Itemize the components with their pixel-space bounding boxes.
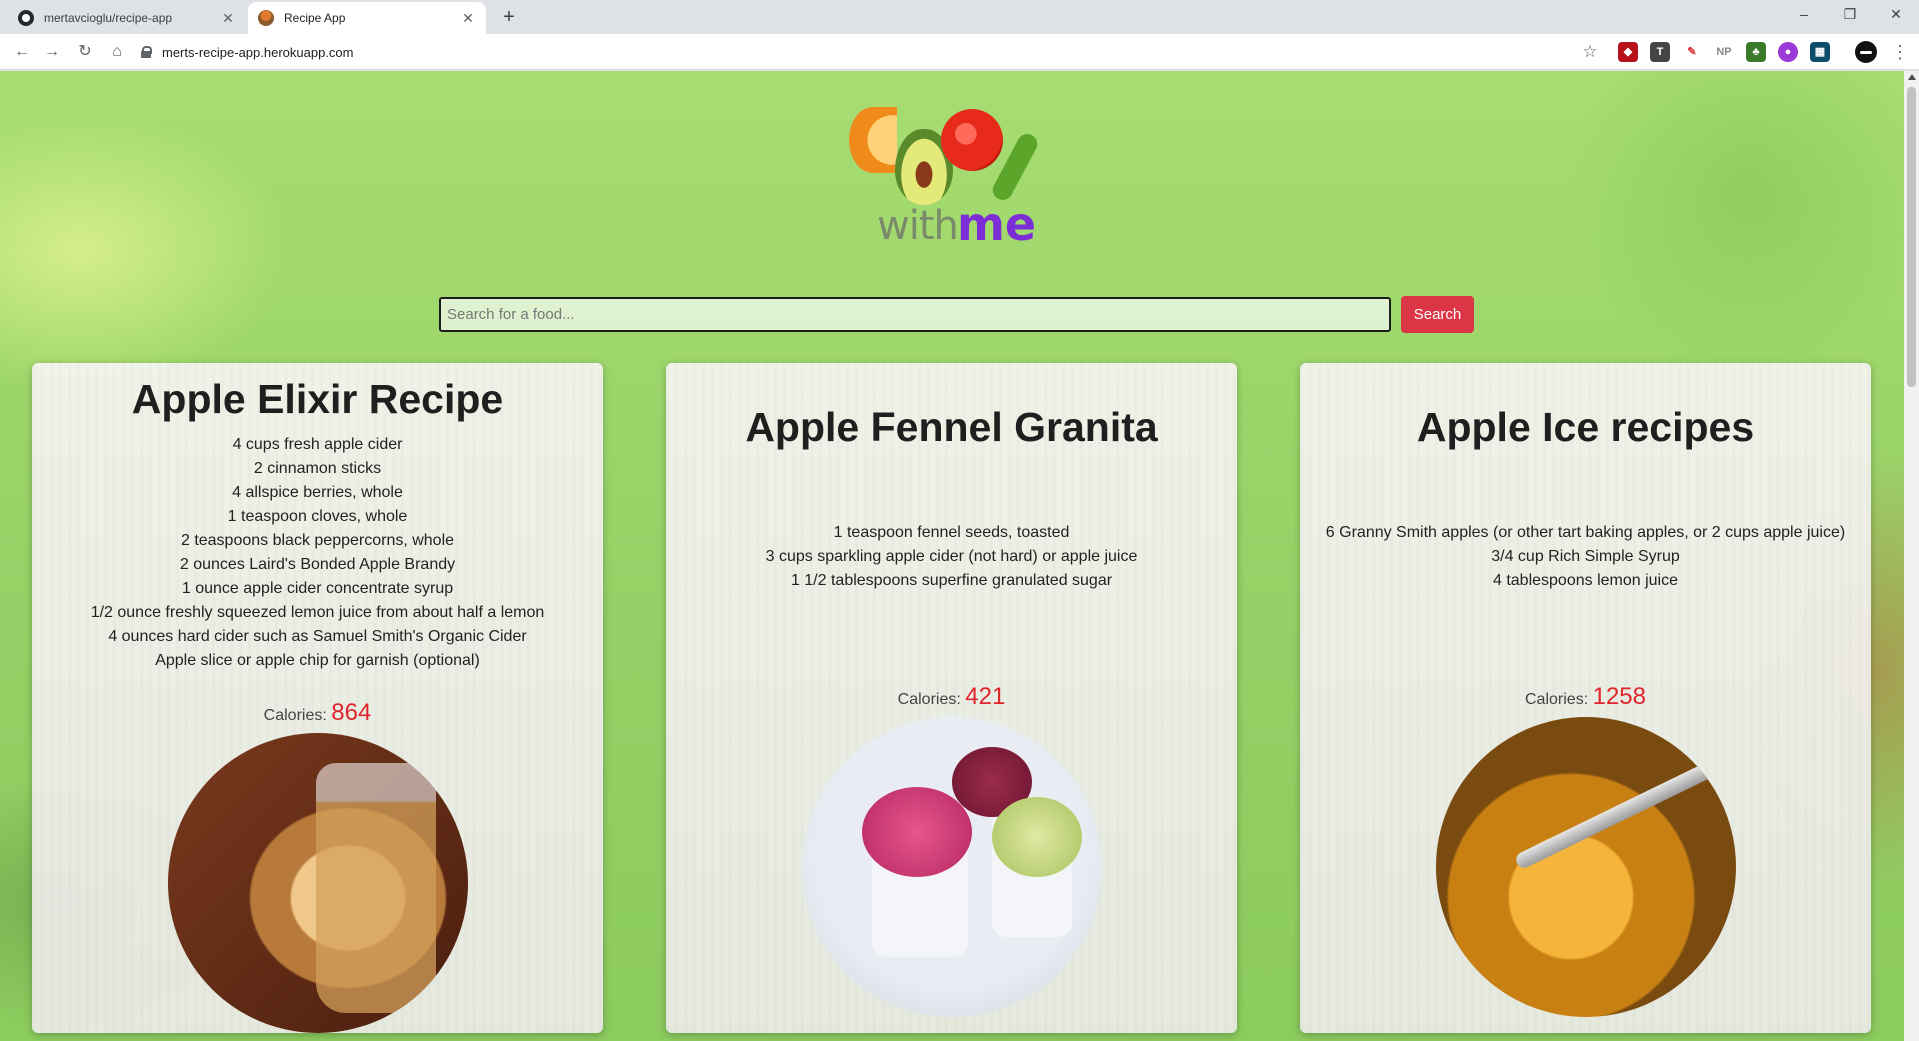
tab-title: mertavcioglu/recipe-app [44, 11, 173, 25]
calories-label: Calories: [897, 691, 961, 708]
ingredient-item: 3 cups sparkling apple cider (not hard) … [765, 548, 1138, 565]
tab-recipe-app[interactable]: Recipe App ✕ [248, 2, 486, 34]
address-bar[interactable]: merts-recipe-app.herokuapp.com [140, 39, 1600, 65]
ublock-extension-icon[interactable]: ◆ [1618, 42, 1638, 62]
close-icon[interactable]: ✕ [460, 10, 476, 27]
recipe-card: Apple Ice recipes 6 Granny Smith apples … [1300, 363, 1871, 1033]
calories-label: Calories: [263, 707, 327, 724]
page-scrollbar[interactable] [1904, 71, 1919, 1041]
back-icon[interactable]: ← [10, 40, 34, 64]
restore-button[interactable]: ❐ [1827, 0, 1873, 30]
bookmark-star-icon[interactable]: ☆ [1578, 40, 1602, 64]
np-extension-icon[interactable]: NP [1714, 42, 1734, 62]
calories-line: Calories: 1258 [1300, 683, 1871, 711]
search-input[interactable] [439, 297, 1391, 332]
cocktail-glass-shape [315, 763, 436, 1013]
orange-slice-icon [849, 107, 897, 173]
github-icon [18, 10, 34, 26]
calories-line: Calories: 421 [666, 683, 1237, 711]
close-icon[interactable]: ✕ [220, 10, 236, 27]
minimize-button[interactable]: – [1781, 0, 1827, 30]
browser-toolbar: ← → ↻ ⌂ merts-recipe-app.herokuapp.com ☆… [0, 34, 1919, 70]
cook-with-me-logo: with me [845, 91, 1065, 251]
recipe-image [167, 733, 468, 1033]
tab-title: Recipe App [284, 11, 346, 25]
ingredient-list: 1 teaspoon fennel seeds, toasted 3 cups … [666, 521, 1237, 593]
new-tab-button[interactable]: + [496, 5, 522, 31]
search-form: Search [439, 296, 1476, 333]
close-window-button[interactable]: ✕ [1873, 0, 1919, 30]
ingredient-item: 1 ounce apple cider concentrate syrup [181, 580, 454, 597]
pen-extension-icon[interactable]: ✎ [1682, 42, 1702, 62]
reload-icon[interactable]: ↻ [73, 40, 97, 64]
lock-icon[interactable] [140, 46, 152, 58]
home-icon[interactable]: ⌂ [105, 40, 129, 64]
ingredient-list: 6 Granny Smith apples (or other tart bak… [1300, 521, 1871, 593]
calories-value: 421 [965, 683, 1006, 710]
ingredient-item: 1/2 ounce freshly squeezed lemon juice f… [90, 604, 545, 621]
granita-scoop-shape [991, 797, 1082, 877]
ingredient-item: 2 ounces Laird's Bonded Apple Brandy [179, 556, 456, 573]
ingredient-item: 2 cinnamon sticks [253, 460, 382, 477]
t-extension-icon[interactable]: T [1650, 42, 1670, 62]
tab-strip: mertavcioglu/recipe-app ✕ Recipe App ✕ +… [0, 0, 1919, 34]
logo-text-with: with [877, 203, 959, 249]
recipe-title: Apple Ice recipes [1416, 404, 1755, 450]
ingredient-item: 6 Granny Smith apples (or other tart bak… [1325, 524, 1846, 541]
recipe-image [801, 717, 1102, 1017]
recipe-card: Apple Elixir Recipe 4 cups fresh apple c… [32, 363, 603, 1033]
ingredient-item: 1 1/2 tablespoons superfine granulated s… [790, 572, 1113, 589]
ingredient-list: 4 cups fresh apple cider 2 cinnamon stic… [32, 433, 603, 673]
menu-dots-icon[interactable]: ⋮ [1890, 40, 1910, 64]
logo-text-me: me [957, 197, 1037, 251]
recipe-title: Apple Fennel Granita [745, 404, 1158, 450]
scrollbar-thumb[interactable] [1907, 87, 1916, 387]
search-button[interactable]: Search [1401, 296, 1474, 333]
tab-github[interactable]: mertavcioglu/recipe-app ✕ [8, 2, 246, 34]
ingredient-item: 4 ounces hard cider such as Samuel Smith… [108, 628, 527, 645]
calories-label: Calories: [1525, 691, 1589, 708]
fork-shape [1513, 759, 1718, 871]
tomato-icon [941, 109, 1003, 171]
calories-value: 1258 [1592, 683, 1646, 710]
recipe-card: Apple Fennel Granita 1 teaspoon fennel s… [666, 363, 1237, 1033]
calories-value: 864 [331, 699, 372, 726]
bowl-icon [258, 10, 274, 26]
ingredient-item: 4 allspice berries, whole [232, 484, 403, 501]
scroll-up-arrow-icon[interactable] [1908, 74, 1916, 80]
recipe-title: Apple Elixir Recipe [131, 376, 504, 422]
grid-extension-icon[interactable]: ▦ [1810, 42, 1830, 62]
granita-scoop-shape [861, 787, 972, 877]
ingredient-item: 4 cups fresh apple cider [232, 436, 403, 453]
forward-icon[interactable]: → [40, 40, 64, 64]
calories-line: Calories: 864 [32, 699, 603, 727]
ingredient-item: 1 teaspoon cloves, whole [227, 508, 408, 525]
page-viewport: with me Search Apple Elixir Recipe 4 cup… [0, 71, 1919, 1041]
purple-extension-icon[interactable]: ● [1778, 42, 1798, 62]
url-text[interactable]: merts-recipe-app.herokuapp.com [162, 45, 353, 60]
ingredient-item: 1 teaspoon fennel seeds, toasted [833, 524, 1070, 541]
ingredient-item: 4 tablespoons lemon juice [1492, 572, 1678, 589]
recipe-image [1435, 717, 1736, 1017]
leaf-extension-icon[interactable]: ♣ [1746, 42, 1766, 62]
ingredient-item: 2 teaspoons black peppercorns, whole [180, 532, 455, 549]
profile-avatar[interactable] [1855, 41, 1877, 63]
ingredient-item: Apple slice or apple chip for garnish (o… [155, 652, 480, 669]
ingredient-item: 3/4 cup Rich Simple Syrup [1491, 548, 1680, 565]
